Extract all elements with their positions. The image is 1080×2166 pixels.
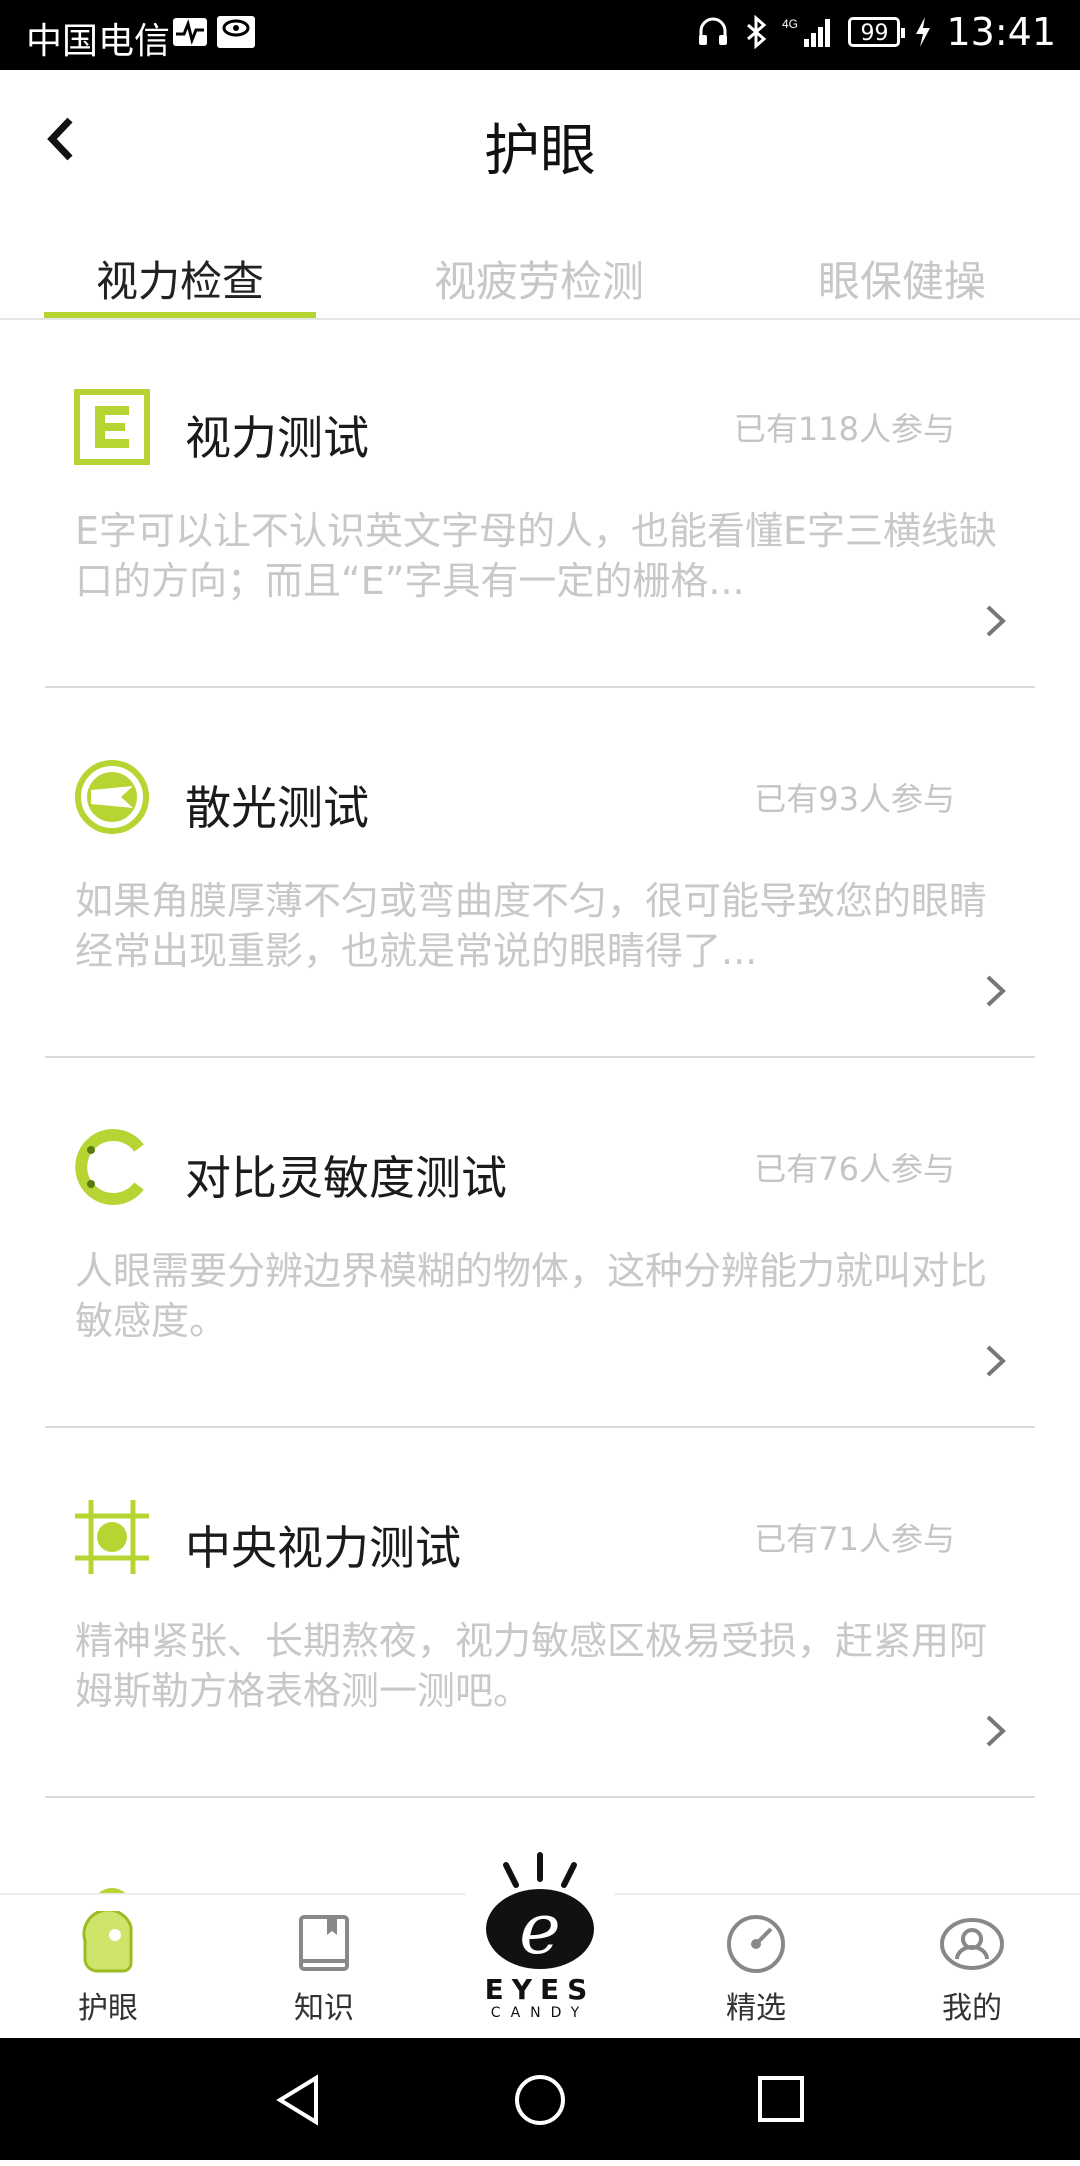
nav-label: 精选 — [726, 1991, 786, 2026]
nav-eye-care[interactable]: 护眼 — [48, 1911, 168, 2027]
list-item-vision-test[interactable]: 视力测试 已有118人参与 E字可以让不认识英文字母的人，也能看懂E字三横线缺口… — [45, 318, 1035, 688]
recents-square-icon[interactable] — [756, 2074, 806, 2124]
headset-icon — [699, 17, 728, 45]
page-title: 护眼 — [484, 119, 596, 184]
grid-icon — [75, 1500, 149, 1574]
participant-count: 已有76人参与 — [754, 1150, 955, 1188]
eye-care-icon — [82, 1911, 133, 1973]
eyes-candy-notification-icon — [217, 16, 255, 48]
book-icon — [299, 1915, 349, 1971]
signal-icon: 4G — [782, 17, 831, 47]
nav-featured[interactable]: 精选 — [696, 1911, 816, 2027]
test-name: 对比灵敏度测试 — [185, 1151, 507, 1205]
eyes-candy-logo[interactable]: e EYES CANDY — [460, 1843, 620, 2023]
chevron-right-icon — [986, 975, 1006, 1007]
svg-text:e: e — [519, 1888, 560, 1970]
list-item-contrast-test[interactable]: 对比灵敏度测试 已有76人参与 人眼需要分辨边界模糊的物体，这种分辨能力就叫对比… — [45, 1058, 1035, 1428]
participant-count: 已有71人参与 — [754, 1520, 955, 1558]
carrier-label: 中国电信 — [26, 21, 171, 62]
status-bar: 中国电信 4G 99 13:41 — [0, 0, 1080, 70]
nav-label: 护眼 — [78, 1991, 138, 2026]
test-name: 散光测试 — [185, 781, 369, 835]
test-name: 中央视力测试 — [185, 1521, 461, 1575]
test-description: 如果角膜厚薄不匀或弯曲度不匀，很可能导致您的眼睛经常出现重影，也就是常说的眼睛得… — [75, 879, 988, 973]
logo-text: EYES — [484, 1973, 596, 2006]
contrast-ring-icon — [75, 1129, 144, 1205]
bottom-nav: 护眼 知识 e EYES CANDY 精选 我的 — [0, 1843, 1080, 2040]
compass-icon — [727, 1915, 785, 1973]
test-description: 精神紧张、长期熬夜，视力敏感区极易受损，赶紧用阿姆斯勒方格表格测一测吧。 — [75, 1619, 988, 1713]
charging-icon — [916, 17, 931, 47]
profile-icon — [940, 1918, 1004, 1970]
astigmatism-icon — [75, 760, 149, 834]
participant-count: 已有118人参与 — [733, 410, 955, 448]
chevron-right-icon — [986, 1345, 1006, 1377]
tab-eye-exercise[interactable]: 眼保健操 — [818, 248, 986, 309]
chevron-right-icon — [986, 1715, 1006, 1747]
test-name: 视力测试 — [185, 411, 369, 465]
clock: 13:41 — [946, 10, 1056, 54]
svg-text:4G: 4G — [782, 17, 798, 31]
eyes-candy-logo-icon: e — [486, 1852, 594, 1970]
nav-knowledge[interactable]: 知识 — [264, 1911, 384, 2027]
system-nav-bar — [0, 2038, 1080, 2160]
nav-label: 我的 — [942, 1991, 1002, 2026]
logo-subtext: CANDY — [490, 2005, 590, 2021]
nav-mine[interactable]: 我的 — [912, 1911, 1032, 2027]
home-circle-icon[interactable] — [512, 2072, 568, 2128]
back-triangle-icon[interactable] — [272, 2072, 324, 2128]
nav-label: 知识 — [294, 1991, 354, 2026]
list-item-central-vision-test[interactable]: 中央视力测试 已有71人参与 精神紧张、长期熬夜，视力敏感区极易受损，赶紧用阿姆… — [45, 1428, 1035, 1798]
tab-bar: 视力检查 视疲劳检测 眼保健操 — [0, 226, 1080, 320]
tab-eye-fatigue[interactable]: 视疲劳检测 — [434, 248, 644, 309]
participant-count: 已有93人参与 — [754, 780, 955, 818]
bluetooth-icon — [747, 15, 767, 49]
activity-icon — [173, 18, 207, 46]
chevron-right-icon — [986, 605, 1006, 637]
e-chart-icon — [74, 389, 150, 465]
app-header: 护眼 — [0, 70, 1080, 210]
list-item-astigmatism-test[interactable]: 散光测试 已有93人参与 如果角膜厚薄不匀或弯曲度不匀，很可能导致您的眼睛经常出… — [45, 688, 1035, 1058]
test-description: 人眼需要分辨边界模糊的物体，这种分辨能力就叫对比敏感度。 — [75, 1249, 988, 1343]
battery-indicator: 99 — [848, 17, 906, 47]
test-description: E字可以让不认识英文字母的人，也能看懂E字三横线缺口的方向；而且“E”字具有一定… — [75, 509, 998, 603]
tab-vision-check[interactable]: 视力检查 — [96, 248, 264, 309]
